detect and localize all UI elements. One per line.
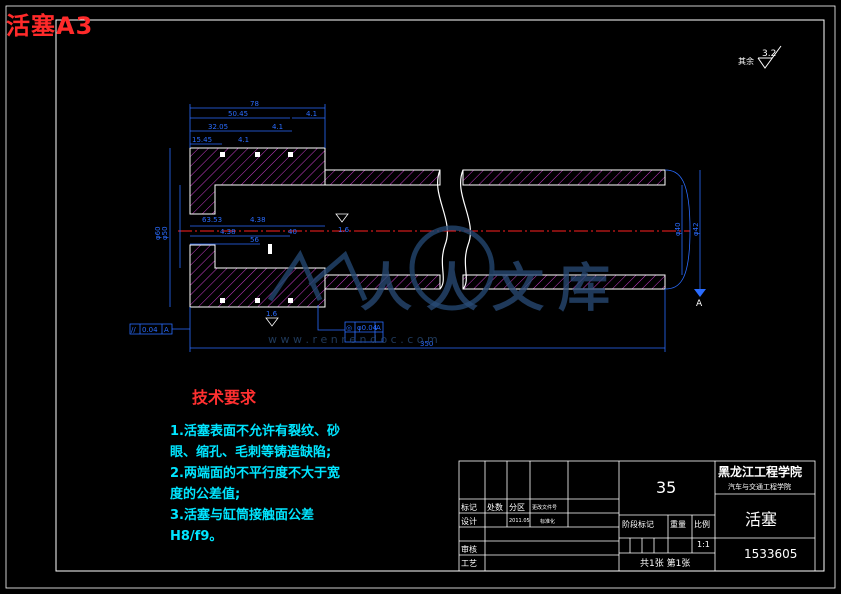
dim-top-78: 78 xyxy=(250,100,259,108)
datum-icon xyxy=(694,289,706,297)
tb-zone: 分区 xyxy=(509,503,525,512)
tb-scale: 1:1 xyxy=(697,540,710,549)
tb-design: 设计 xyxy=(461,517,477,526)
tech-req-line-6: H8/f9。 xyxy=(170,529,223,544)
tb-school: 黑龙江工程学院 xyxy=(718,465,803,479)
dim-right-42: φ42 xyxy=(692,222,700,236)
tol-left-sym: // xyxy=(131,326,136,334)
piston-head-lower xyxy=(189,244,326,308)
tb-mark: 标记 xyxy=(461,503,477,512)
dim-top-15-45: 15.45 xyxy=(192,136,212,144)
tb-date: 2011.05 xyxy=(509,518,530,524)
tol-bottom-sym: ◎ xyxy=(346,324,352,332)
tb-scale-label: 比例 xyxy=(694,520,710,529)
tech-req-line-2: 眼、缩孔、毛刺等铸造缺陷; xyxy=(170,445,332,460)
dim-top-4-1a: 4.1 xyxy=(272,123,283,131)
tb-part-name: 活塞 xyxy=(745,510,778,529)
tech-req-line-4: 度的公差值; xyxy=(170,487,241,502)
rough-1-6b: 1.6 xyxy=(266,310,278,318)
watermark-url: w w w . r e n r e n d o c . c o m xyxy=(268,333,438,346)
watermark-logo-text: 人人文库 xyxy=(360,259,625,319)
dim-left-60: φ60 xyxy=(154,226,162,240)
datum-label: A xyxy=(696,299,703,309)
dim-center-4-38a: 4.38 xyxy=(250,216,266,224)
dim-top-32-05: 32.05 xyxy=(208,123,228,131)
dim-top-50-45: 50.45 xyxy=(228,110,248,118)
rough-1-6a: 1.6 xyxy=(338,226,350,234)
roughness-prefix: 其余 xyxy=(738,56,754,66)
tol-left-val: 0.04 xyxy=(142,326,158,334)
drawing-title: 活塞A3 xyxy=(6,12,94,40)
rod-wall-upper xyxy=(324,169,441,186)
dim-top-4-1c: 4.1 xyxy=(306,110,317,118)
dim-top-4-1b: 4.1 xyxy=(238,136,249,144)
tol-bottom-val: φ0.04 xyxy=(357,324,378,332)
tb-count: 处数 xyxy=(487,503,503,512)
tb-standard: 标准化 xyxy=(540,519,556,525)
rod-wall-upper-right xyxy=(462,169,666,186)
dim-center-4-38b: 4.38 xyxy=(220,228,236,236)
tb-dept: 汽车与交通工程学院 xyxy=(728,483,791,491)
dim-center-56: 56 xyxy=(250,236,259,244)
roughness-mark-icon xyxy=(335,213,349,223)
tech-req-line-5: 3.活塞与缸筒接触面公差 xyxy=(170,508,314,523)
tb-process: 工艺 xyxy=(461,559,477,568)
roughness-mark-icon-2 xyxy=(265,317,279,327)
tb-stage: 阶段标记 xyxy=(622,520,654,529)
tech-req-line-3: 2.两端面的不平行度不大于宽 xyxy=(170,466,340,481)
dim-right-40: φ40 xyxy=(674,222,682,236)
piston-head-upper xyxy=(189,147,326,215)
tb-review: 审核 xyxy=(461,545,477,554)
tb-material: 35 xyxy=(656,478,677,497)
tech-req-line-1: 1.活塞表面不允许有裂纹、砂 xyxy=(170,424,340,439)
tb-change-doc: 更改文件号 xyxy=(532,505,558,511)
tb-sheets: 共1张 第1张 xyxy=(640,559,691,569)
tol-bottom-ref: A xyxy=(376,324,381,332)
tech-req-heading: 技术要求 xyxy=(192,388,257,407)
tb-drawing-no: 1533605 xyxy=(744,547,798,561)
tolerance-frame-left xyxy=(129,323,190,335)
tb-weight: 重量 xyxy=(670,520,686,529)
dim-center-40: 40 xyxy=(288,228,297,236)
dim-left-50: φ50 xyxy=(161,226,169,240)
tol-left-ref: A xyxy=(164,326,169,334)
dim-center-63: 63.53 xyxy=(202,216,222,224)
